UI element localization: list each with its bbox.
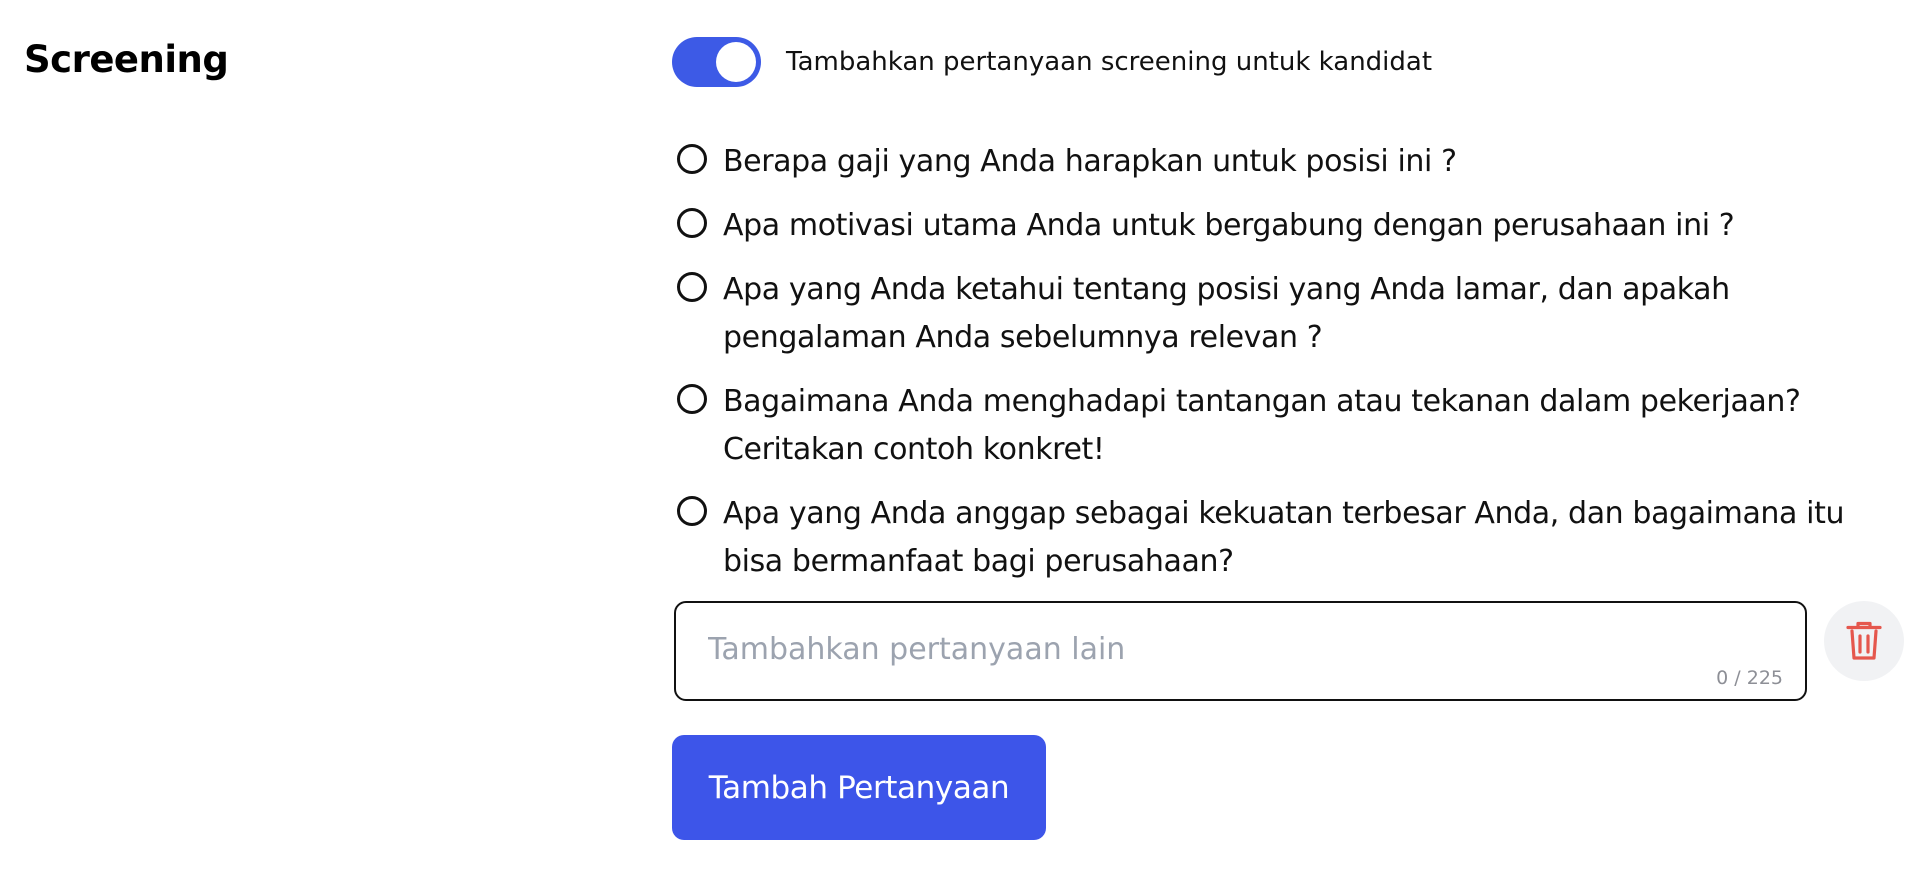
- screening-section: Screening Tambahkan pertanyaan screening…: [0, 0, 1916, 870]
- radio-button[interactable]: [677, 496, 707, 526]
- question-text: Bagaimana Anda menghadapi tantangan atau…: [723, 384, 1801, 467]
- screening-toggle[interactable]: [672, 37, 761, 87]
- screening-toggle-row: Tambahkan pertanyaan screening untuk kan…: [672, 36, 1912, 88]
- question-option[interactable]: Apa motivasi utama Anda untuk bergabung …: [672, 202, 1912, 250]
- radio-button[interactable]: [677, 144, 707, 174]
- toggle-label: Tambahkan pertanyaan screening untuk kan…: [786, 47, 1433, 77]
- question-text: Apa motivasi utama Anda untuk bergabung …: [723, 208, 1735, 243]
- question-option[interactable]: Apa yang Anda anggap sebagai kekuatan te…: [672, 490, 1912, 586]
- other-question-input[interactable]: [708, 627, 1768, 671]
- toggle-knob: [716, 42, 756, 82]
- delete-question-button[interactable]: [1824, 601, 1904, 681]
- trash-icon: [1846, 621, 1882, 660]
- question-option[interactable]: Apa yang Anda ketahui tentang posisi yan…: [672, 266, 1912, 362]
- question-option[interactable]: Bagaimana Anda menghadapi tantangan atau…: [672, 378, 1912, 474]
- question-text: Berapa gaji yang Anda harapkan untuk pos…: [723, 144, 1457, 179]
- question-text: Apa yang Anda anggap sebagai kekuatan te…: [723, 496, 1845, 579]
- section-title: Screening: [24, 38, 229, 81]
- other-question-row: 0 / 225: [674, 601, 1914, 701]
- character-counter: 0 / 225: [1716, 667, 1783, 689]
- radio-button[interactable]: [677, 272, 707, 302]
- radio-button[interactable]: [677, 208, 707, 238]
- screening-content: Tambahkan pertanyaan screening untuk kan…: [672, 36, 1912, 840]
- question-text: Apa yang Anda ketahui tentang posisi yan…: [723, 272, 1730, 355]
- question-option[interactable]: Berapa gaji yang Anda harapkan untuk pos…: [672, 138, 1912, 186]
- radio-button[interactable]: [677, 384, 707, 414]
- add-question-button[interactable]: Tambah Pertanyaan: [672, 735, 1046, 840]
- question-list: Berapa gaji yang Anda harapkan untuk pos…: [672, 138, 1912, 602]
- other-question-field[interactable]: 0 / 225: [674, 601, 1807, 701]
